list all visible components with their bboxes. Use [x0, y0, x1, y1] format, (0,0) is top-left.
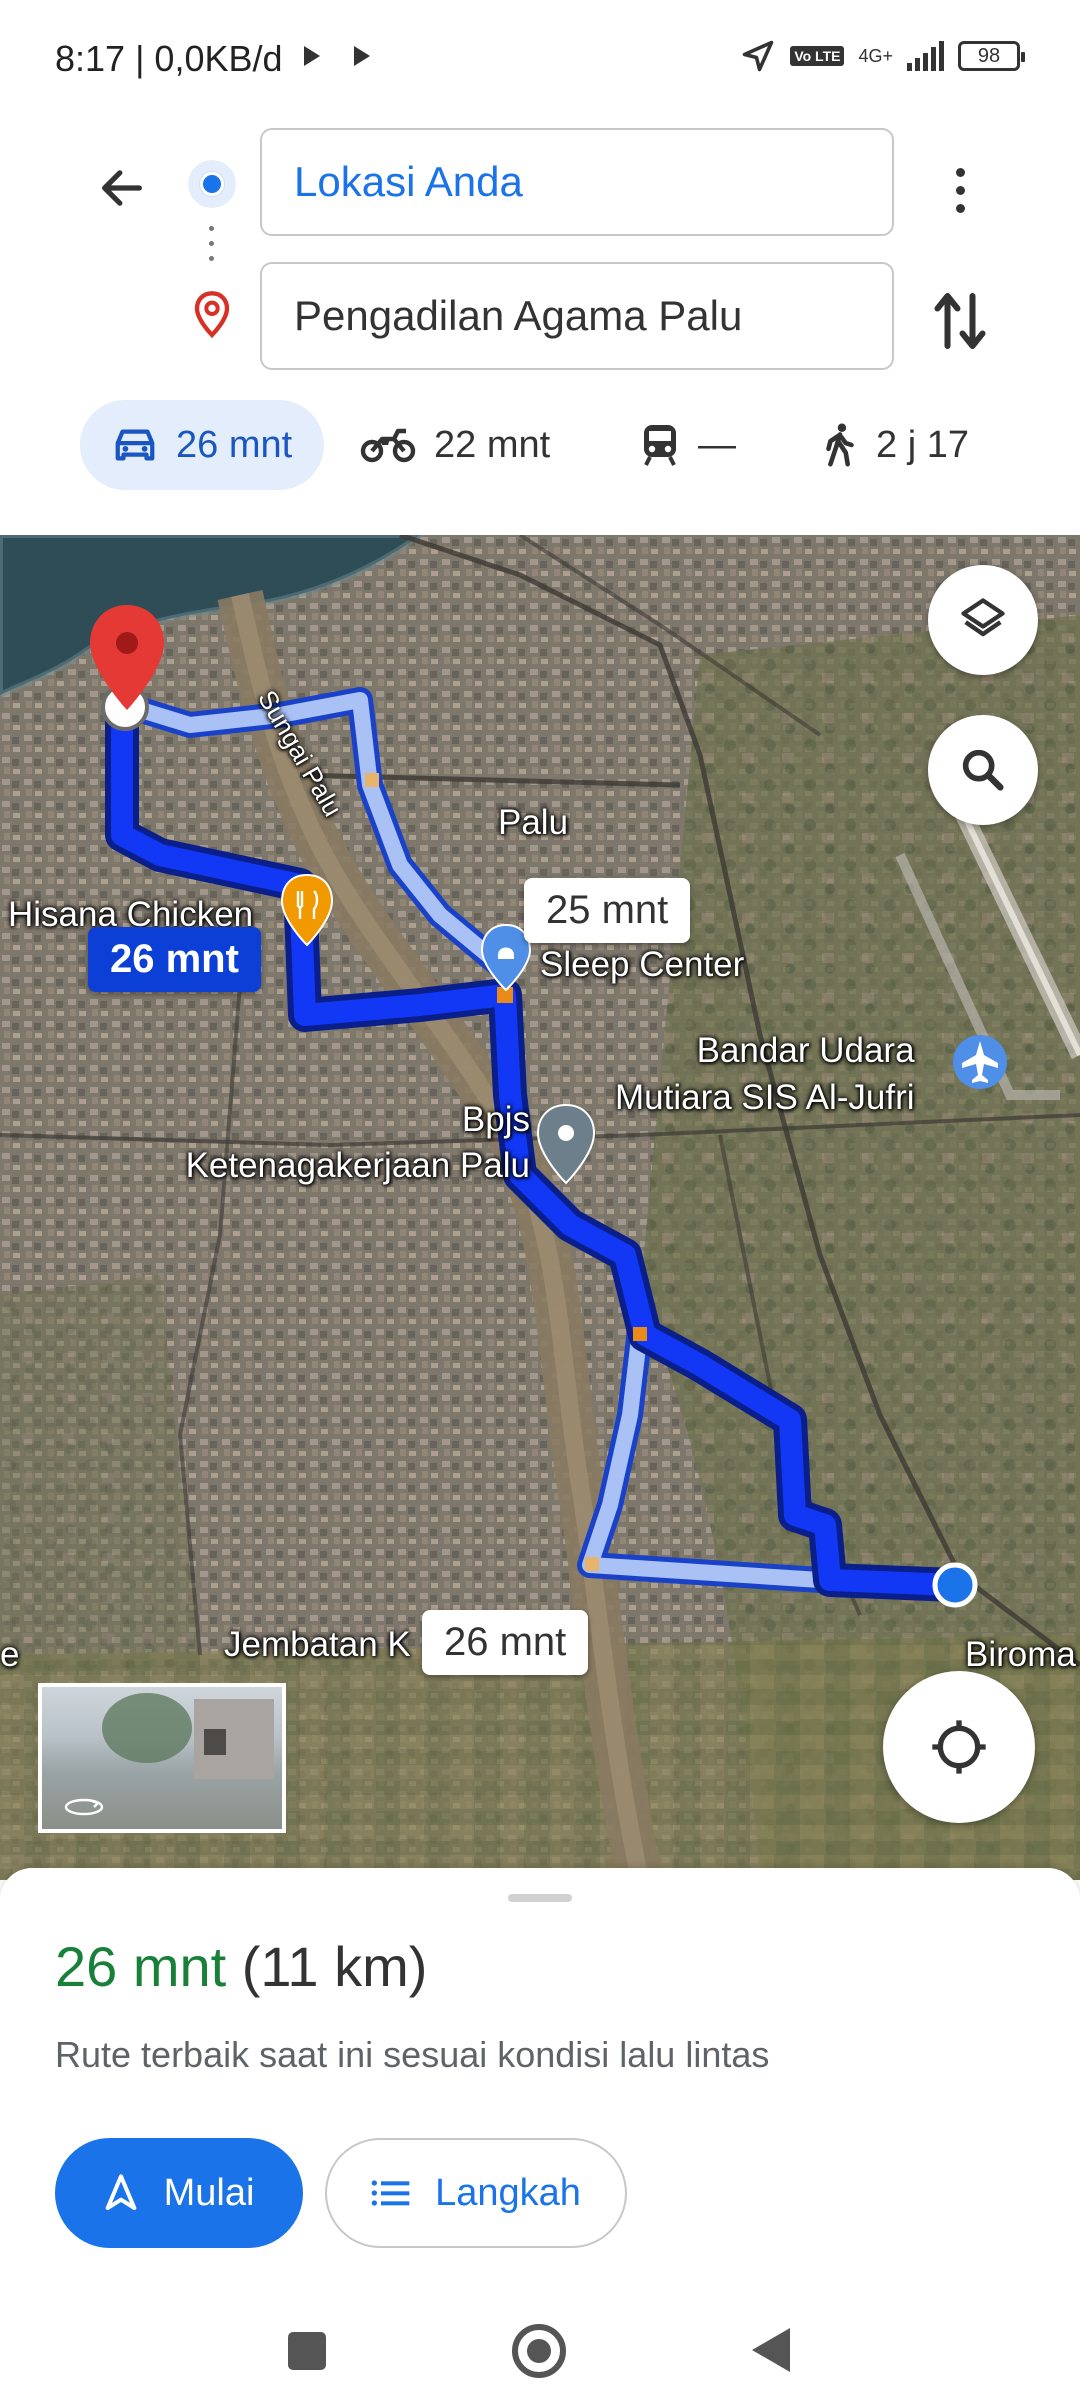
volte-badge: Vo LTE [790, 46, 845, 66]
mode-car-label: 26 mnt [176, 423, 293, 466]
start-button[interactable]: Mulai [55, 2138, 303, 2248]
status-icons: Vo LTE 4G+ 98 [740, 38, 1025, 74]
route-bubble-alt-1[interactable]: 25 mnt [524, 878, 691, 943]
biroma-label: Biroma [965, 1635, 1076, 1674]
my-location-button[interactable] [883, 1671, 1035, 1823]
bridge-label: Jembatan K [224, 1625, 411, 1664]
media-play-icon [304, 46, 320, 66]
city-label: Palu [498, 803, 569, 842]
crosshair-icon [932, 1720, 986, 1774]
signal-icon [907, 41, 944, 71]
airport-label[interactable]: Bandar Udara Mutiara SIS Al-Jufri [615, 1027, 915, 1121]
route-summary: 26 mnt (11 km) [55, 1934, 427, 1999]
mode-walk-label: 2 j 17 [876, 423, 969, 466]
steps-button[interactable]: Langkah [325, 2138, 627, 2248]
location-arrow-icon [743, 40, 774, 72]
status-bar: 8:17 | 0,0KB/d Vo LTE 4G+ 98 [0, 0, 1080, 110]
swap-icon[interactable] [930, 286, 990, 356]
mode-motorcycle-label: 22 mnt [434, 423, 551, 466]
back-nav-button[interactable] [752, 2328, 790, 2372]
destination-pin-icon [194, 291, 230, 339]
satellite-map [0, 535, 1080, 1880]
mode-walk[interactable]: 2 j 17 [822, 400, 969, 490]
media-play-icon [354, 46, 370, 66]
travel-modes: 26 mnt 22 mnt — 2 j 17 [0, 400, 1080, 496]
destination-field[interactable]: Pengadilan Agama Palu [260, 262, 894, 370]
arrow-left-icon [102, 170, 142, 206]
origin-dot-icon [188, 160, 236, 208]
route-duration: 26 mnt [55, 1935, 227, 1998]
mode-motorcycle[interactable]: 22 mnt [360, 400, 550, 490]
route-summary-sheet: 26 mnt (11 km) Rute terbaik saat ini ses… [0, 1868, 1080, 2298]
sheet-drag-handle[interactable] [508, 1894, 572, 1902]
car-icon [115, 429, 155, 461]
route-bubble-alt-2[interactable]: 26 mnt [422, 1610, 589, 1675]
sleep-center-label[interactable]: Sleep Center [540, 945, 744, 985]
directions-header: Lokasi Anda Pengadilan Agama Palu 26 mnt… [0, 110, 1080, 535]
map-search-button[interactable] [928, 715, 1038, 825]
transit-icon [644, 425, 676, 466]
mode-transit-label: — [698, 423, 736, 466]
layers-icon [961, 598, 1005, 637]
rotate-360-icon [64, 1798, 104, 1816]
battery-icon: 98 [958, 41, 1025, 71]
route-description: Rute terbaik saat ini sesuai kondisi lal… [55, 2034, 770, 2075]
home-button[interactable] [512, 2324, 566, 2378]
mode-transit[interactable]: — [640, 400, 736, 490]
street-view-thumbnail[interactable] [38, 1683, 286, 1833]
steps-button-label: Langkah [435, 2171, 581, 2214]
walk-icon [826, 423, 854, 467]
recents-button[interactable] [288, 2332, 326, 2370]
list-icon [371, 2180, 410, 2206]
search-icon [962, 749, 1004, 791]
edge-label: e [0, 1635, 20, 1674]
route-connector [209, 226, 214, 261]
origin-field[interactable]: Lokasi Anda [260, 128, 894, 236]
map-view[interactable]: Sungai Palu Palu Hisana Chicken Sleep Ce… [0, 535, 1080, 1880]
layers-button[interactable] [928, 565, 1038, 675]
bpjs-label[interactable]: Bpjs Ketenagakerjaan Palu [166, 1097, 530, 1189]
system-nav-bar [0, 2298, 1080, 2400]
start-button-label: Mulai [163, 2171, 255, 2214]
motorcycle-icon [360, 428, 416, 463]
more-options-button[interactable] [940, 158, 980, 222]
route-bubble-primary[interactable]: 26 mnt [88, 927, 261, 992]
mode-car[interactable]: 26 mnt [80, 400, 325, 490]
route-distance: (11 km) [241, 1935, 428, 1998]
back-button[interactable] [90, 156, 154, 220]
status-time: 8:17 | 0,0KB/d [55, 38, 283, 79]
network-type: 4G+ [858, 45, 893, 66]
navigation-arrow-icon [105, 2174, 136, 2210]
